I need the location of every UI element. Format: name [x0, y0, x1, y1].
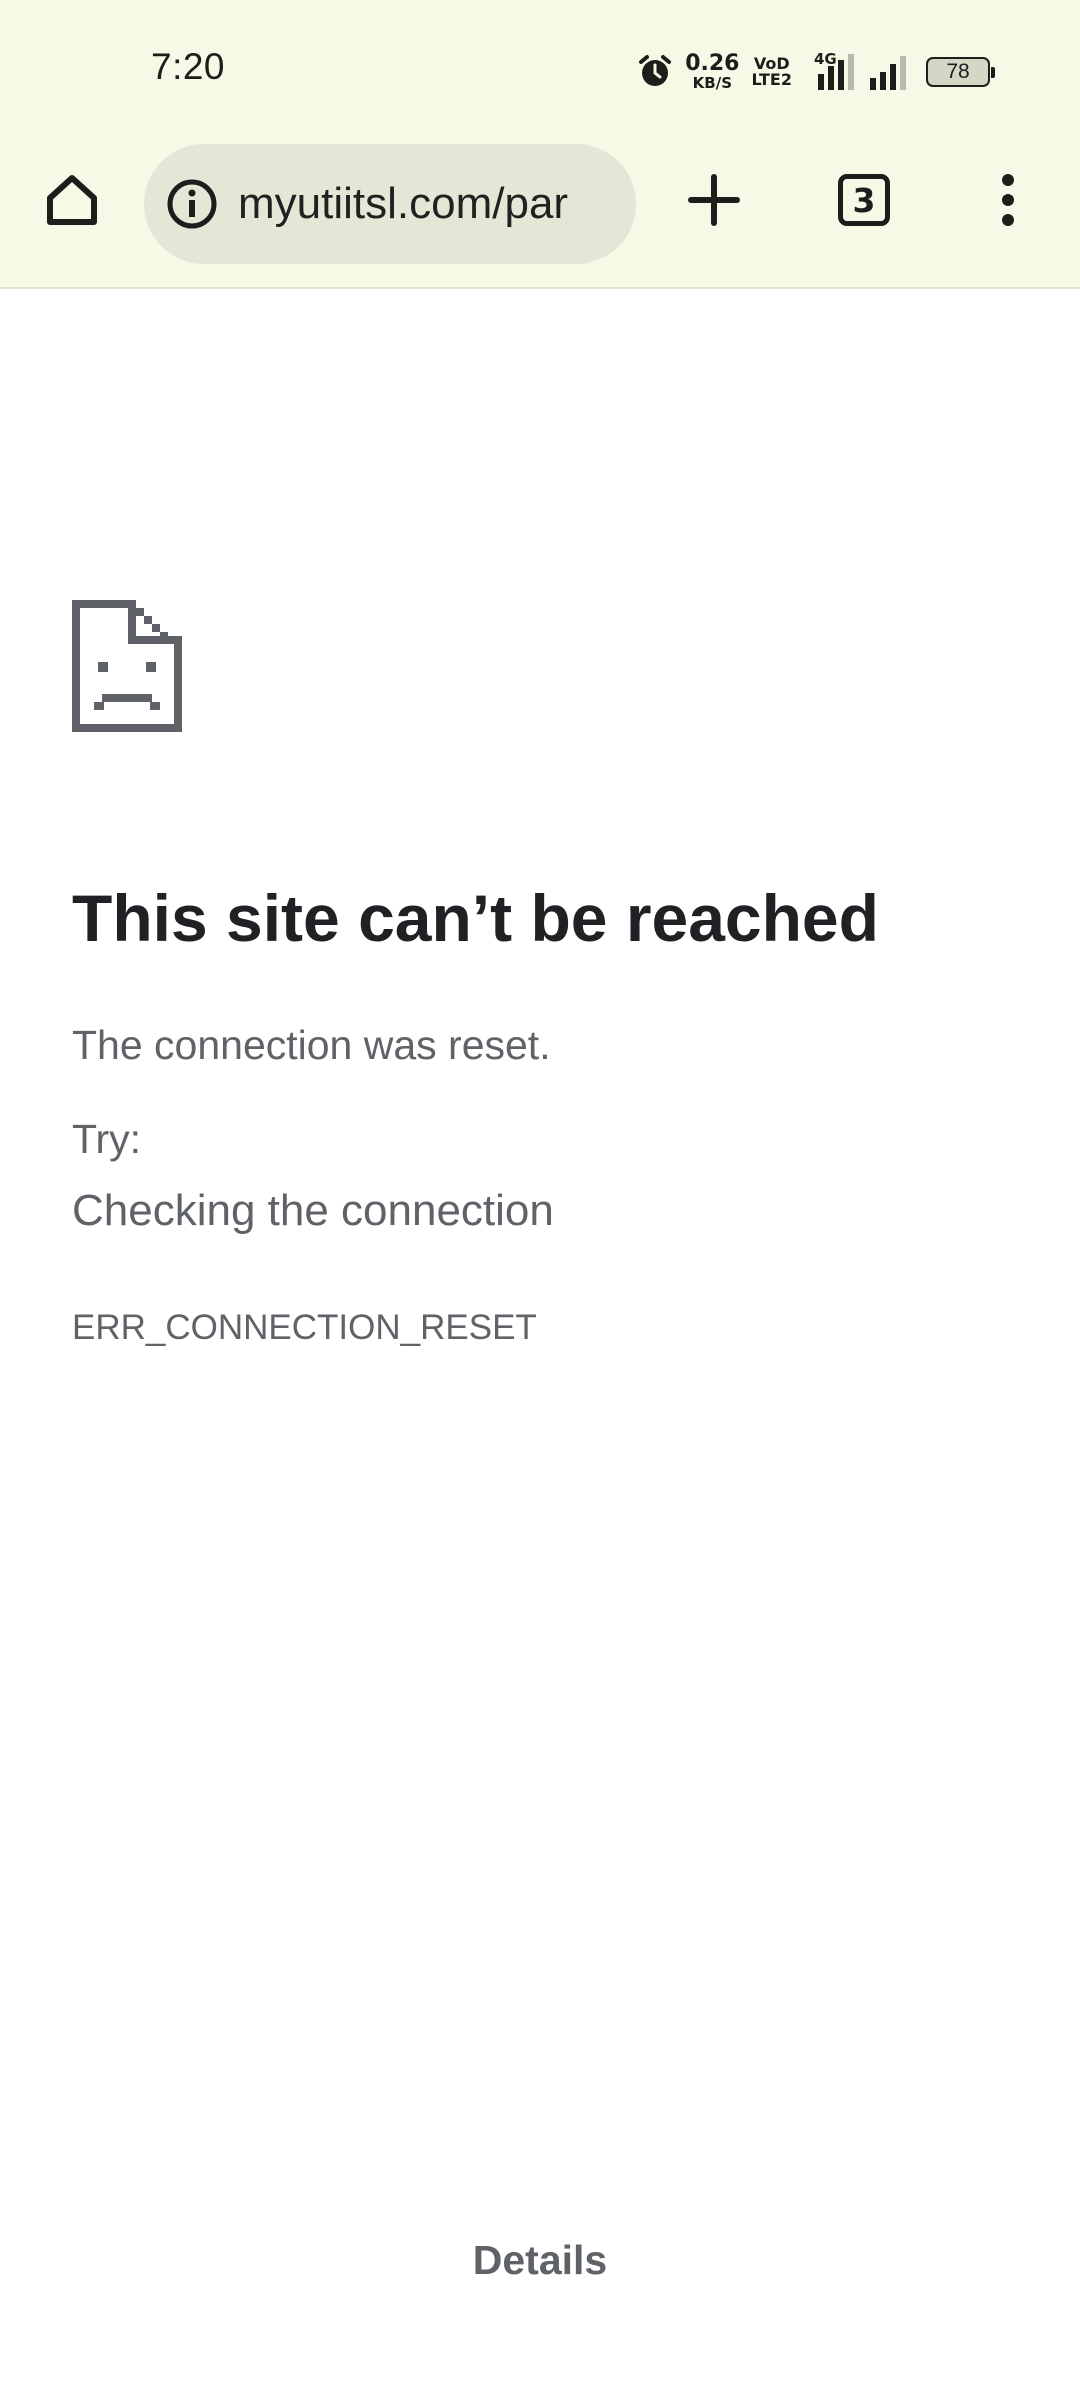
plus-icon [688, 174, 740, 226]
suggestion-check-connection: Checking the connection [72, 1186, 554, 1235]
status-time: 7:20 [151, 46, 226, 87]
battery-level: 78 [946, 60, 970, 83]
signal-icon [870, 56, 906, 90]
url-text[interactable]: myutiitsl.com/par [238, 179, 568, 229]
status-icons: 0.26 KB/S VoD LTE2 4G 78 [637, 50, 995, 94]
signal-icon [818, 54, 854, 90]
home-icon [47, 175, 97, 225]
battery-icon: 78 [926, 57, 995, 87]
details-button[interactable]: Details [440, 2222, 640, 2298]
volte-indicator: VoD LTE2 [751, 56, 792, 88]
tab-switcher-icon: 3 [838, 174, 890, 226]
alarm-icon [639, 55, 672, 86]
info-icon[interactable] [166, 178, 218, 230]
error-code: ERR_CONNECTION_RESET [72, 1308, 537, 1347]
network-speed-value: 0.26 [685, 51, 740, 76]
network-speed-unit: KB/S [692, 74, 732, 92]
try-label: Try: [72, 1116, 142, 1162]
tab-switcher-button[interactable]: 3 [824, 160, 904, 240]
sim1-signal: 4G [804, 50, 856, 92]
volte-bottom-label: LTE2 [751, 70, 792, 89]
new-tab-button[interactable] [674, 160, 754, 240]
home-button[interactable] [32, 160, 112, 240]
error-message: The connection was reset. [72, 1022, 551, 1068]
network-speed: 0.26 KB/S [685, 53, 739, 91]
more-vert-icon [1002, 174, 1014, 226]
browser-chrome: 7:20 0.26 KB/S VoD LTE2 4G 78 myutiitsl.… [0, 0, 1080, 289]
sad-page-icon [72, 600, 182, 732]
url-bar[interactable]: myutiitsl.com/par [144, 144, 636, 264]
more-options-button[interactable] [968, 160, 1048, 240]
tab-count: 3 [852, 180, 876, 220]
error-title: This site can’t be reached [72, 881, 879, 955]
